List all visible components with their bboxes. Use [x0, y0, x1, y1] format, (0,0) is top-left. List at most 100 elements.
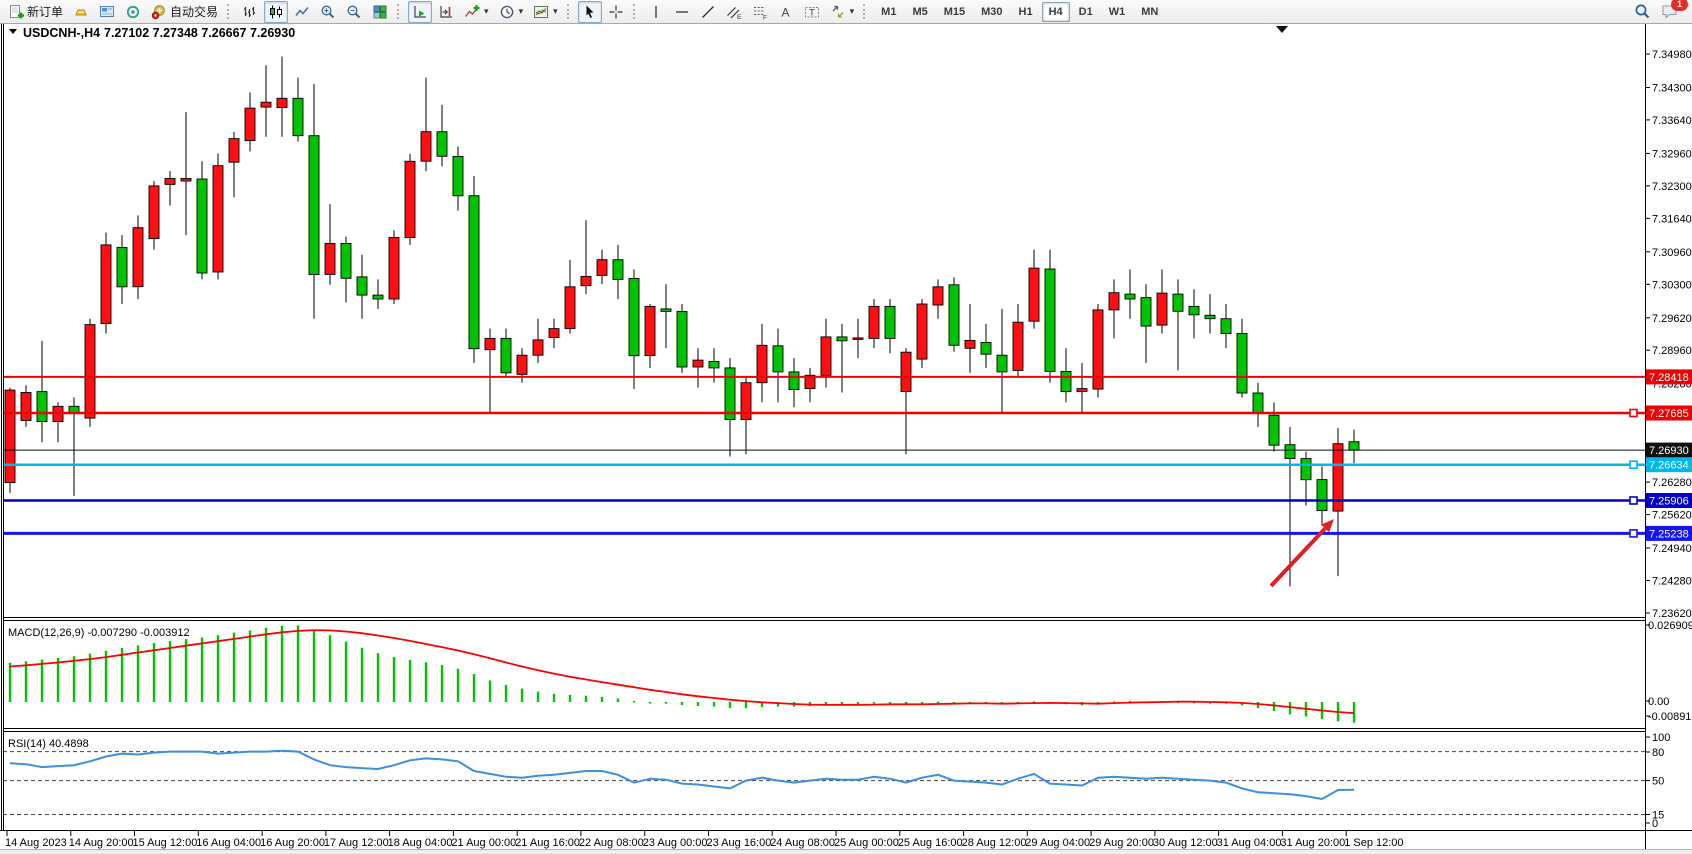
tile-windows-button[interactable]	[368, 1, 392, 23]
candle-body-down	[1173, 294, 1183, 311]
time-tick-label: 16 Aug 20:00	[260, 837, 325, 849]
price-tick-label: 7.31640	[1652, 213, 1692, 225]
periods-button[interactable]: ▾	[495, 1, 528, 23]
indicators-button[interactable]: ▾	[460, 1, 493, 23]
line-chart-button[interactable]	[290, 1, 314, 23]
macd-histogram-bar	[745, 702, 747, 708]
chevron-down-icon: ▾	[553, 6, 558, 17]
candle-body-down	[677, 311, 687, 367]
vertical-line-icon	[648, 4, 664, 20]
chat-button[interactable]: 1	[1657, 1, 1683, 23]
main-toolbar: 新订单 自动交易 ▾ ▾	[0, 0, 1692, 24]
candle-body-up	[549, 329, 559, 338]
cursor-tool-button[interactable]	[578, 1, 602, 23]
hline-handle[interactable]	[1630, 410, 1637, 417]
candle-body-down	[1205, 315, 1215, 318]
arrows-tool-button[interactable]: ▾	[826, 1, 859, 23]
candle-body-up	[277, 98, 287, 107]
channel-tool-button[interactable]: E	[722, 1, 746, 23]
hline-handle[interactable]	[1630, 461, 1637, 468]
timeframe-mn-button[interactable]: MN	[1134, 2, 1165, 22]
candle-body-down	[837, 337, 847, 341]
candle-body-down	[357, 277, 367, 295]
macd-histogram-bar	[617, 699, 619, 702]
templates-button[interactable]: ▾	[529, 1, 562, 23]
zoom-out-button[interactable]	[342, 1, 366, 23]
macd-histogram-bar	[601, 697, 603, 702]
terminal-button[interactable]	[95, 1, 119, 23]
chart-shift-button[interactable]	[434, 1, 458, 23]
timeframe-d1-button[interactable]: D1	[1072, 2, 1100, 22]
time-tick-label: 25 Aug 00:00	[834, 837, 899, 849]
new-order-label: 新订单	[27, 3, 63, 20]
svg-text:E: E	[737, 14, 742, 20]
new-order-icon	[8, 4, 24, 20]
candle-body-down	[373, 295, 383, 299]
candle-body-down	[629, 278, 639, 355]
timeframe-m15-button[interactable]: M15	[937, 2, 972, 22]
horizontal-line-tool-button[interactable]	[670, 1, 694, 23]
macd-histogram-bar	[409, 660, 411, 702]
timeframe-m1-button[interactable]: M1	[874, 2, 903, 22]
candle-body-up	[325, 243, 335, 274]
time-tick-label: 18 Aug 04:00	[388, 837, 453, 849]
chart-shift-icon	[438, 4, 454, 20]
new-order-button[interactable]: 新订单	[4, 1, 67, 23]
candle-body-down	[453, 156, 463, 195]
vertical-line-tool-button[interactable]	[644, 1, 668, 23]
candle-body-up	[869, 306, 879, 338]
fibonacci-icon: F	[752, 4, 768, 20]
candle-body-up	[245, 108, 255, 141]
svg-text:T: T	[809, 7, 815, 18]
candle-body-down	[117, 247, 127, 286]
trading-platform-window: { "toolbar": { "new_order_label": "新订单",…	[0, 0, 1692, 854]
bar-chart-button[interactable]	[238, 1, 262, 23]
macd-histogram-bar	[297, 626, 299, 703]
timeframe-h1-button[interactable]: H1	[1012, 2, 1040, 22]
trendline-tool-button[interactable]	[696, 1, 720, 23]
svg-text:F: F	[763, 14, 767, 20]
timeframe-w1-button[interactable]: W1	[1102, 2, 1133, 22]
macd-tick-label: 0.00	[1648, 696, 1669, 708]
candle-body-down	[1317, 480, 1327, 511]
candle-body-up	[261, 102, 271, 107]
clock-icon	[499, 4, 515, 20]
candle-body-down	[1253, 393, 1263, 413]
search-icon	[1634, 3, 1651, 20]
text-tool-button[interactable]: A	[774, 1, 798, 23]
chart-canvas[interactable]: USDCNH-,H47.27102 7.27348 7.26667 7.2693…	[0, 23, 1692, 854]
tile-windows-icon	[372, 4, 388, 20]
macd-histogram-bar	[473, 674, 475, 702]
macd-histogram-bar	[537, 692, 539, 703]
crosshair-tool-button[interactable]	[604, 1, 628, 23]
macd-histogram-bar	[57, 658, 59, 702]
chevron-down-icon: ▾	[484, 6, 489, 17]
arrows-shapes-icon	[830, 4, 846, 20]
timeframe-m30-button[interactable]: M30	[974, 2, 1009, 22]
zoom-in-button[interactable]	[316, 1, 340, 23]
price-line-label: 7.25238	[1649, 528, 1689, 540]
hline-handle[interactable]	[1630, 497, 1637, 504]
price-tick-label: 7.24940	[1652, 543, 1692, 555]
candlestick-chart-button[interactable]	[264, 1, 288, 23]
timeframe-m5-button[interactable]: M5	[905, 2, 934, 22]
time-tick-label: 21 Aug 00:00	[451, 837, 516, 849]
autotrading-button[interactable]: 自动交易	[147, 1, 222, 23]
signals-button[interactable]	[121, 1, 145, 23]
text-label-tool-button[interactable]: T	[800, 1, 824, 23]
candle-body-down	[1349, 442, 1359, 451]
market-watch-button[interactable]	[69, 1, 93, 23]
autotrading-label: 自动交易	[170, 3, 218, 20]
hline-handle[interactable]	[1630, 530, 1637, 537]
price-tick-label: 7.23620	[1652, 608, 1692, 620]
candle-body-up	[597, 260, 607, 276]
timeframe-h4-button[interactable]: H4	[1042, 2, 1070, 22]
auto-scroll-button[interactable]	[408, 1, 432, 23]
candle-body-up	[1077, 389, 1087, 392]
macd-histogram-bar	[89, 654, 91, 702]
candle-body-down	[949, 285, 959, 346]
search-button[interactable]	[1630, 1, 1655, 23]
candle-body-down	[613, 260, 623, 280]
fibonacci-tool-button[interactable]: F	[748, 1, 772, 23]
candle-body-down	[1301, 459, 1311, 480]
